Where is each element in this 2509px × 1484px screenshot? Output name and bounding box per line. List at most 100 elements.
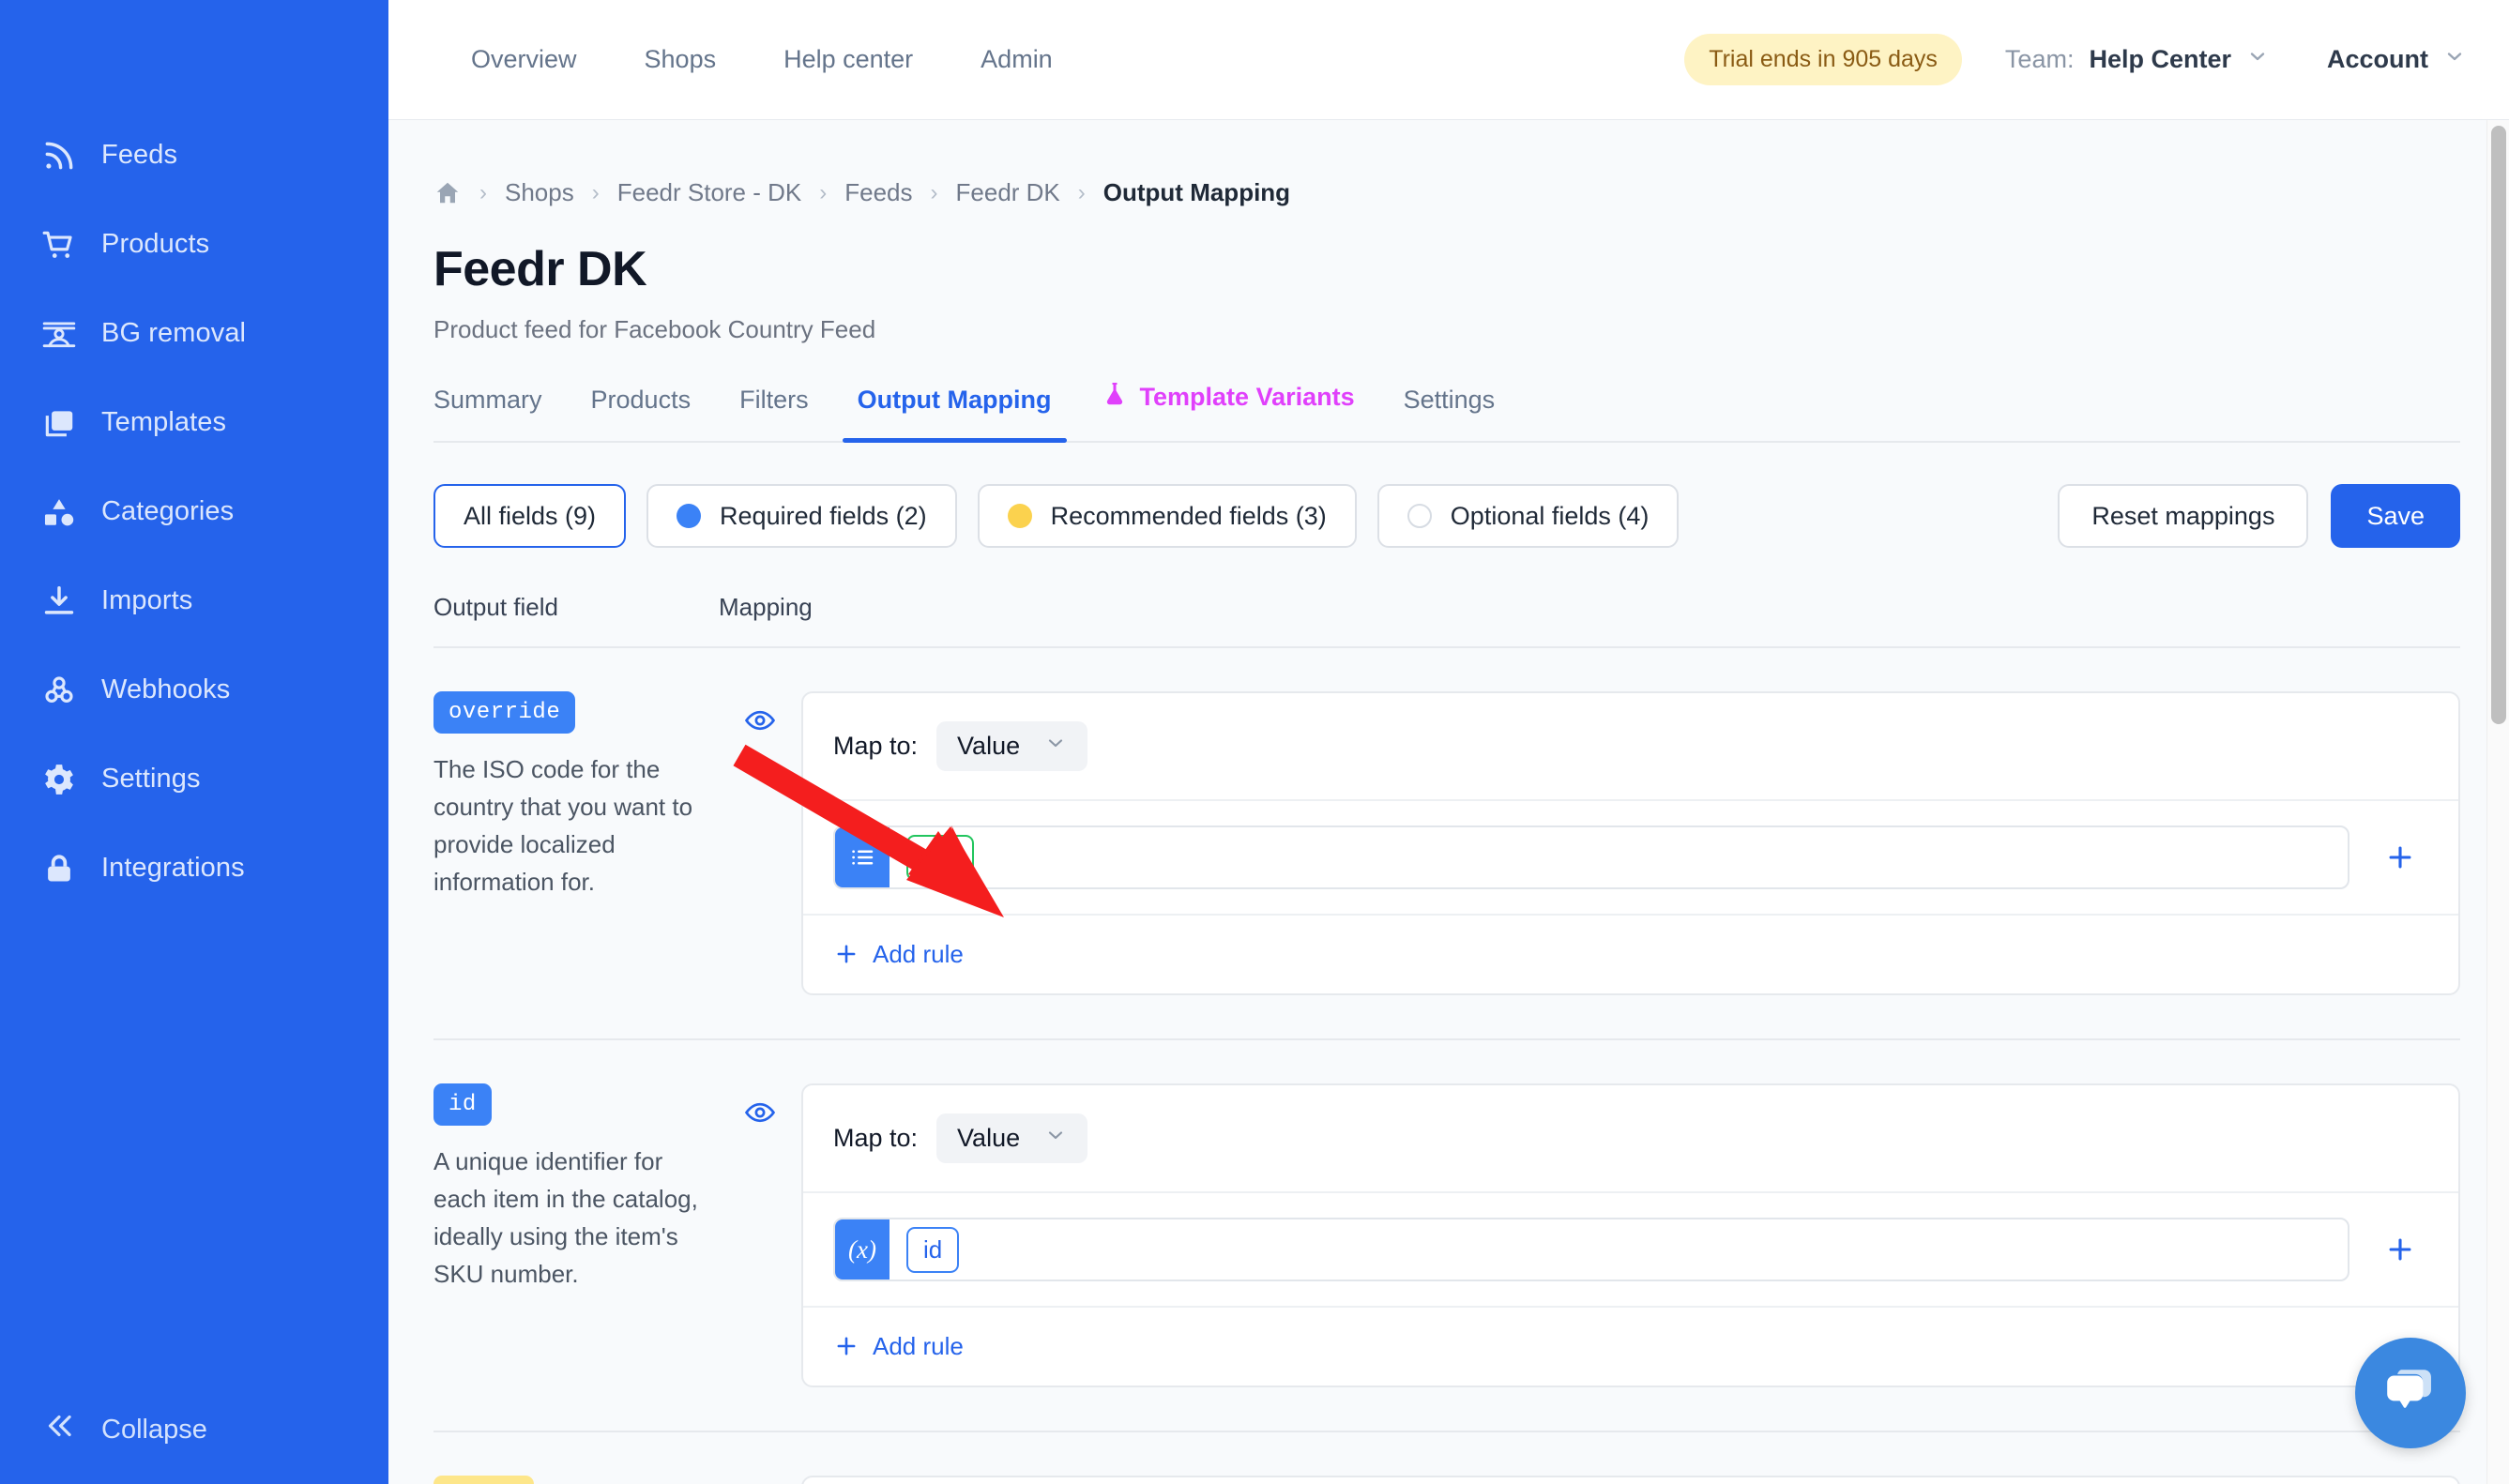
filter-pill-required-fields[interactable]: Required fields (2) (646, 484, 957, 548)
sidebar-item-label: Webhooks (101, 674, 230, 705)
top-nav-help-center[interactable]: Help center (750, 45, 947, 74)
tab-label: Products (591, 386, 692, 415)
chevron-double-left-icon (41, 1408, 77, 1451)
field-filter-bar: All fields (9) Required fields (2) Recom… (433, 484, 2460, 548)
rule-value-chip[interactable]: id (906, 1227, 959, 1273)
breadcrumb-item-store[interactable]: Feedr Store - DK (617, 178, 802, 207)
collapse-label: Collapse (101, 1415, 207, 1446)
sidebar-item-label: Feeds (101, 140, 177, 171)
add-token-button[interactable] (2372, 1234, 2428, 1265)
add-rule-label: Add rule (873, 940, 964, 969)
mapping-rule-row: (x) id (803, 1193, 2458, 1308)
webhook-icon (41, 673, 77, 708)
sidebar-item-imports[interactable]: Imports (0, 556, 388, 645)
account-menu[interactable]: Account (2327, 45, 2466, 74)
breadcrumb-item-feed[interactable]: Feedr DK (956, 178, 1060, 207)
eye-icon (744, 1097, 776, 1387)
sidebar-item-webhooks[interactable]: Webhooks (0, 645, 388, 734)
chevron-down-icon (2246, 45, 2269, 74)
map-to-select[interactable]: Value (936, 1113, 1087, 1163)
mapping-row-override: override The ISO code for the country th… (433, 648, 2460, 995)
vertical-scrollbar[interactable] (2486, 120, 2509, 1484)
top-header: Overview Shops Help center Admin Trial e… (388, 0, 2509, 120)
mapping-card (801, 1476, 2460, 1484)
team-name: Help Center (2089, 45, 2231, 74)
breadcrumb-item-current: Output Mapping (1103, 178, 1290, 207)
preview-field-button[interactable] (719, 691, 801, 995)
chevron-down-icon (1044, 1124, 1067, 1153)
tab-products[interactable]: Products (567, 386, 716, 441)
sidebar-item-label: Imports (101, 585, 192, 616)
eye-icon (744, 704, 776, 995)
column-header-output-field: Output field (433, 593, 719, 622)
add-rule-button[interactable]: Add rule (803, 1308, 2458, 1386)
mapping-card-header: Map to: Value (803, 1085, 2458, 1193)
collapse-sidebar-button[interactable]: Collapse (0, 1375, 388, 1484)
breadcrumb-item-feeds[interactable]: Feeds (844, 178, 912, 207)
breadcrumb-item-shops[interactable]: Shops (505, 178, 574, 207)
filter-pill-recommended-fields[interactable]: Recommended fields (3) (978, 484, 1357, 548)
filter-pill-label: All fields (9) (464, 502, 596, 531)
map-to-value: Value (957, 732, 1020, 761)
tab-filters[interactable]: Filters (715, 386, 833, 441)
breadcrumb-separator: › (1060, 180, 1103, 206)
home-icon[interactable] (433, 179, 462, 207)
page-scroll-area: › Shops › Feedr Store - DK › Feeds › Fee… (388, 120, 2509, 1484)
chat-widget-button[interactable] (2355, 1338, 2466, 1448)
sidebar-item-feeds[interactable]: Feeds (0, 111, 388, 200)
top-nav-overview[interactable]: Overview (437, 45, 611, 74)
top-nav-admin[interactable]: Admin (947, 45, 1087, 74)
sidebar-item-bg-removal[interactable]: BG removal (0, 289, 388, 378)
tab-settings[interactable]: Settings (1379, 386, 1520, 441)
team-selector[interactable]: Team: Help Center (2005, 45, 2269, 74)
filter-pill-optional-fields[interactable]: Optional fields (4) (1377, 484, 1680, 548)
breadcrumb-separator: › (462, 180, 505, 206)
chevron-down-icon (2443, 45, 2466, 74)
tab-template-variants[interactable]: Template Variants (1076, 380, 1379, 441)
add-rule-button[interactable]: Add rule (803, 916, 2458, 993)
chevron-down-icon (1044, 732, 1067, 761)
list-icon[interactable] (835, 827, 890, 887)
sidebar-item-label: Settings (101, 764, 201, 795)
feed-tabs: Summary Products Filters Output Mapping (433, 380, 2460, 443)
breadcrumb-separator: › (574, 180, 617, 206)
map-to-select[interactable]: Value (936, 721, 1087, 771)
save-button[interactable]: Save (2331, 484, 2460, 548)
mapping-card: Map to: Value (801, 691, 2460, 995)
preview-field-button[interactable] (719, 1083, 801, 1387)
sidebar-item-templates[interactable]: Templates (0, 378, 388, 467)
sidebar-item-label: BG removal (101, 318, 246, 349)
sidebar-item-label: Products (101, 229, 209, 260)
mapping-card-header (803, 1477, 2458, 1484)
sidebar-item-products[interactable]: Products (0, 200, 388, 289)
mapping-row-id: id A unique identifier for each item in … (433, 1040, 2460, 1387)
reset-mappings-button[interactable]: Reset mappings (2058, 484, 2308, 548)
sidebar-item-settings[interactable]: Settings (0, 734, 388, 824)
rss-icon (41, 138, 77, 174)
sidebar-item-categories[interactable]: Categories (0, 467, 388, 556)
tab-summary[interactable]: Summary (433, 386, 567, 441)
map-to-label: Map to: (833, 732, 918, 761)
output-field-cell: id A unique identifier for each item in … (433, 1083, 719, 1387)
fx-icon[interactable]: (x) (835, 1219, 890, 1280)
filter-pill-all-fields[interactable]: All fields (9) (433, 484, 626, 548)
chat-bubble-icon (2381, 1362, 2440, 1425)
lock-icon (41, 851, 77, 886)
rule-value-chip[interactable]: AD (906, 835, 974, 881)
mapping-rule-row: AD (803, 801, 2458, 916)
field-name-badge: price (433, 1476, 534, 1484)
top-nav: Overview Shops Help center Admin (437, 45, 1087, 74)
scrollbar-thumb[interactable] (2491, 126, 2506, 724)
image-person-icon (41, 316, 77, 352)
top-nav-shops[interactable]: Shops (611, 45, 751, 74)
breadcrumb: › Shops › Feedr Store - DK › Feeds › Fee… (433, 120, 2460, 207)
sidebar-item-integrations[interactable]: Integrations (0, 824, 388, 913)
rule-token-input[interactable]: (x) id (833, 1218, 2349, 1281)
add-token-button[interactable] (2372, 841, 2428, 873)
rule-token-input[interactable]: AD (833, 825, 2349, 889)
sidebar-item-label: Templates (101, 407, 226, 438)
field-description: The ISO code for the country that you wa… (433, 750, 719, 901)
map-to-label: Map to: (833, 1124, 918, 1153)
preview-field-button[interactable] (719, 1476, 801, 1484)
tab-output-mapping[interactable]: Output Mapping (833, 386, 1076, 441)
